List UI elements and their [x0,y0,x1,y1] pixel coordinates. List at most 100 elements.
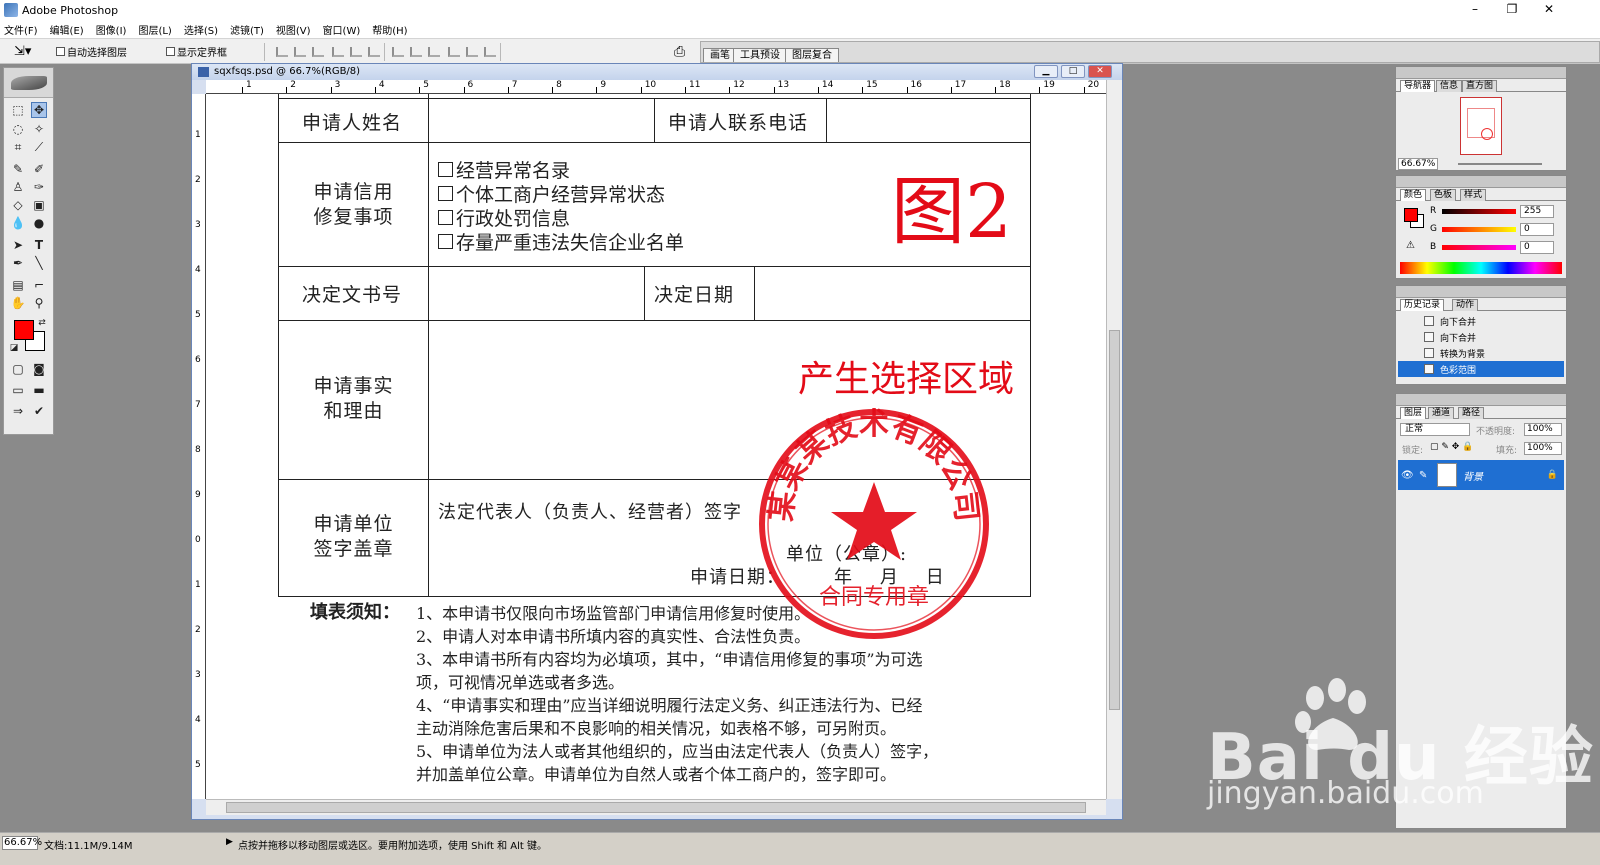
eraser-tool-icon[interactable]: ◇ [10,197,26,213]
vertical-scroll-thumb[interactable] [1109,330,1120,710]
align-hcenter-icon[interactable] [350,47,362,57]
g-value-field[interactable]: 0 [1520,223,1554,236]
align-left-icon[interactable] [332,47,344,57]
lock-icons[interactable]: ▢ ✎ ✥ 🔒 [1430,442,1473,452]
lasso-tool-icon[interactable]: ◌ [10,121,26,137]
navigator-zoom-slider[interactable] [1458,163,1542,165]
distribute-hcenter-icon[interactable] [466,47,478,57]
distribute-bottom-icon[interactable] [428,47,440,57]
doc-maximize-button[interactable]: □ [1061,65,1085,78]
default-colors-icon[interactable]: ◪ [6,340,22,356]
tab-histogram[interactable]: 直方图 [1462,80,1498,92]
blend-mode-select[interactable]: 正常 [1400,423,1470,436]
distribute-vcenter-icon[interactable] [410,47,422,57]
menu-window[interactable]: 窗口(W) [323,22,361,37]
b-value-field[interactable]: 0 [1520,241,1554,254]
tab-color[interactable]: 颜色 [1400,189,1427,201]
menu-view[interactable]: 视图(V) [276,22,311,37]
type-tool-icon[interactable]: T [31,237,47,253]
eye-icon[interactable]: 👁 [1401,470,1415,481]
distribute-right-icon[interactable] [484,47,496,57]
document-title-bar[interactable]: sqxfsqs.psd @ 66.7%(RGB/8) ▁ □ ✕ [192,64,1122,80]
layer-row-background[interactable]: 👁 ✎ 背景 🔒 [1398,460,1564,490]
screen-mode-standard-icon[interactable]: ▭ [10,382,26,398]
panel-title-bar[interactable] [1396,67,1566,79]
restore-button[interactable]: ❐ [1494,0,1530,20]
notes-tool-icon[interactable]: ▤ [10,277,26,293]
minimize-button[interactable]: – [1457,0,1493,20]
doc-minimize-button[interactable]: ▁ [1034,65,1058,78]
panel-title-bar[interactable] [1396,286,1566,298]
tab-history[interactable]: 历史记录 [1400,299,1445,311]
file-browser-icon[interactable]: ⎙ [674,44,685,60]
auto-select-layer-option[interactable]: 自动选择图层 [56,44,127,59]
gamut-warning-icon[interactable]: ⚠ [1406,240,1415,251]
blur-tool-icon[interactable]: 💧 [10,215,26,231]
menu-filter[interactable]: 滤镜(T) [230,22,264,37]
tab-actions[interactable]: 动作 [1452,299,1479,311]
tab-info[interactable]: 信息 [1436,80,1463,92]
foreground-color-swatch[interactable] [14,320,34,340]
history-item-selected[interactable]: 色彩范围 [1398,361,1564,377]
menu-edit[interactable]: 编辑(E) [50,22,84,37]
image-canvas[interactable]: 申请人姓名 申请人联系电话 申请信用 修复事项 经营异常名录 个体工商户经营异常… [206,94,1106,799]
auto-select-checkbox[interactable] [56,47,65,56]
horizontal-scrollbar[interactable] [206,799,1106,815]
tab-brushes[interactable]: 画笔 [703,48,737,62]
doc-close-button[interactable]: ✕ [1088,65,1112,78]
vertical-scrollbar[interactable] [1106,80,1122,799]
close-button[interactable]: ✕ [1531,0,1567,20]
gradient-tool-icon[interactable]: ▣ [31,197,47,213]
bounding-box-checkbox[interactable] [166,47,175,56]
navigator-thumbnail[interactable] [1460,97,1502,155]
hand-tool-icon[interactable]: ✋ [10,295,26,311]
line-tool-icon[interactable]: ╲ [31,255,47,271]
menu-select[interactable]: 选择(S) [184,22,218,37]
fill-field[interactable]: 100% [1524,442,1562,455]
align-vcenter-icon[interactable] [294,47,306,57]
opacity-field[interactable]: 100% [1524,423,1562,436]
r-slider[interactable] [1442,209,1516,214]
color-fg-swatch[interactable] [1404,208,1418,222]
move-tool-icon[interactable]: ✥ [31,102,47,118]
tab-paths[interactable]: 路径 [1458,407,1485,419]
history-brush-icon[interactable]: ✑ [31,179,47,195]
tab-layers[interactable]: 图层 [1400,407,1427,419]
status-menu-arrow-icon[interactable]: ▶ [226,837,233,847]
status-zoom-field[interactable]: 66.67% [2,836,42,850]
menu-image[interactable]: 图像(I) [96,22,127,37]
brush-tool-icon[interactable]: ✐ [31,161,47,177]
align-bottom-icon[interactable] [312,47,324,57]
pen-tool-icon[interactable]: ✒ [10,255,26,271]
show-bounding-box-option[interactable]: 显示定界框 [166,44,227,59]
screen-mode-full-icon[interactable]: ▬ [31,382,47,398]
slice-tool-icon[interactable]: ⟋ [31,139,47,155]
menu-file[interactable]: 文件(F) [4,22,38,37]
jump-to-imageready-icon[interactable]: ⇒ [10,403,26,419]
healing-brush-icon[interactable]: ✎ [10,161,26,177]
r-value-field[interactable]: 255 [1520,205,1554,218]
tab-tool-presets[interactable]: 工具预设 [733,48,787,62]
zoom-tool-icon[interactable]: ⚲ [31,295,47,311]
history-item[interactable]: 向下合并 [1398,329,1564,345]
eyedropper-icon[interactable]: ⌐ [31,277,47,293]
history-item[interactable]: 向下合并 [1398,313,1564,329]
navigator-zoom-field[interactable]: 66.67% [1398,158,1438,170]
tab-navigator[interactable]: 导航器 [1400,80,1436,92]
tab-swatches[interactable]: 色板 [1430,189,1457,201]
tab-layer-comps[interactable]: 图层复合 [785,48,839,62]
magic-wand-icon[interactable]: ✧ [31,121,47,137]
menu-layer[interactable]: 图层(L) [138,22,171,37]
g-slider[interactable] [1442,227,1516,232]
panel-title-bar[interactable] [1396,394,1566,406]
menu-help[interactable]: 帮助(H) [372,22,407,37]
tab-styles[interactable]: 样式 [1460,189,1487,201]
crop-tool-icon[interactable]: ⌗ [10,139,26,155]
align-top-icon[interactable] [276,47,288,57]
quick-mask-icon[interactable]: ◙ [31,361,47,377]
horizontal-scroll-thumb[interactable] [226,802,1086,813]
history-item[interactable]: 转换为背景 [1398,345,1564,361]
move-tool-preset-icon[interactable]: ⇲▾ [14,44,31,59]
marquee-tool-icon[interactable]: ⬚ [10,102,26,118]
edit-imageready-icon[interactable]: ✔ [31,403,47,419]
